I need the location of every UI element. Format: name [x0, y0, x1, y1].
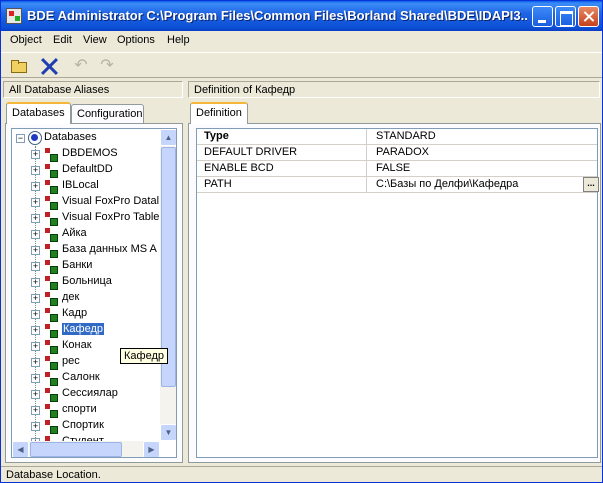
left-panel: − Databases + DBDEMOS + DefaultDD + IBLocal…	[5, 123, 183, 463]
tree-vertical-scrollbar[interactable]: ▲ ▼	[160, 129, 176, 441]
tab-databases[interactable]: Databases	[6, 102, 71, 124]
expand-icon[interactable]: +	[31, 374, 40, 383]
alias-icon	[44, 243, 58, 258]
undo-icon[interactable]: ↶	[71, 56, 91, 76]
menu-help[interactable]: Help	[167, 34, 190, 46]
alias-icon	[44, 307, 58, 322]
database-icon	[28, 131, 42, 145]
alias-icon	[44, 211, 58, 226]
alias-icon	[44, 291, 58, 306]
expand-icon[interactable]: +	[31, 262, 40, 271]
alias-icon	[44, 419, 58, 434]
definition-row-path[interactable]: PATH C:\Базы по Делфи\Кафедра ...	[197, 177, 599, 193]
toolbar: ↶ ↷	[1, 52, 602, 78]
alias-icon	[44, 323, 58, 338]
bde-window: BDE Administrator C:\Program Files\Commo…	[0, 0, 603, 483]
window-title: BDE Administrator C:\Program Files\Commo…	[27, 8, 527, 23]
expand-icon[interactable]: +	[31, 182, 40, 191]
open-icon[interactable]	[9, 56, 29, 76]
definition-grid: Type STANDARD DEFAULT DRIVER PARADOX ENA…	[196, 128, 599, 458]
alias-icon	[44, 275, 58, 290]
expand-icon[interactable]: +	[31, 422, 40, 431]
menu-object[interactable]: Object	[10, 34, 42, 46]
tree-horizontal-scrollbar[interactable]: ◀ ▶	[12, 441, 160, 457]
expand-icon[interactable]: +	[31, 342, 40, 351]
tree-item-vfp-datal[interactable]: + Visual FoxPro Datal	[31, 194, 176, 210]
scroll-right-icon[interactable]: ▶	[143, 441, 160, 457]
expand-icon[interactable]: +	[31, 406, 40, 415]
scroll-left-icon[interactable]: ◀	[12, 441, 29, 457]
tree-item-aika[interactable]: + Айка	[31, 226, 176, 242]
delete-icon[interactable]	[39, 56, 59, 76]
collapse-icon[interactable]: −	[16, 134, 25, 143]
expand-icon[interactable]: +	[31, 166, 40, 175]
right-panel: Type STANDARD DEFAULT DRIVER PARADOX ENA…	[188, 123, 601, 463]
tab-definition[interactable]: Definition	[190, 102, 248, 124]
close-button[interactable]	[578, 6, 599, 27]
expand-icon[interactable]: +	[31, 230, 40, 239]
alias-icon	[44, 403, 58, 418]
bde-app-icon	[6, 8, 22, 24]
expand-icon[interactable]: +	[31, 198, 40, 207]
tree-item-iblocal[interactable]: + IBLocal	[31, 178, 176, 194]
tree-item-kafedr[interactable]: + Кафедр	[31, 322, 176, 338]
alias-icon	[44, 339, 58, 354]
horizontal-scroll-thumb[interactable]	[30, 442, 122, 457]
expand-icon[interactable]: +	[31, 246, 40, 255]
tree-item-bolnitsa[interactable]: + Больница	[31, 274, 176, 290]
tree-item-banki[interactable]: + Банки	[31, 258, 176, 274]
tree-item-defaultdd[interactable]: + DefaultDD	[31, 162, 176, 178]
redo-icon[interactable]: ↷	[97, 56, 117, 76]
status-bar: Database Location.	[1, 466, 602, 483]
definition-row-enable-bcd[interactable]: ENABLE BCD FALSE	[197, 161, 597, 177]
expand-icon[interactable]: +	[31, 150, 40, 159]
title-bar[interactable]: BDE Administrator C:\Program Files\Commo…	[1, 1, 602, 31]
tree-item-kadr[interactable]: + Кадр	[31, 306, 176, 322]
alias-icon	[44, 179, 58, 194]
alias-icon	[44, 227, 58, 242]
left-panel-header: All Database Aliases	[3, 81, 183, 98]
browse-path-button[interactable]: ...	[583, 177, 599, 192]
expand-icon[interactable]: +	[31, 294, 40, 303]
tab-configuration[interactable]: Configuration	[71, 104, 144, 124]
database-tree[interactable]: − Databases + DBDEMOS + DefaultDD + IBLocal…	[11, 128, 177, 458]
menu-view[interactable]: View	[83, 34, 107, 46]
alias-icon	[44, 259, 58, 274]
alias-icon	[44, 147, 58, 162]
definition-row-type[interactable]: Type STANDARD	[197, 129, 597, 145]
expand-icon[interactable]: +	[31, 326, 40, 335]
tree-item-dbdemos[interactable]: + DBDEMOS	[31, 146, 176, 162]
expand-icon[interactable]: +	[31, 214, 40, 223]
alias-icon	[44, 163, 58, 178]
tree-tooltip: Кафедр	[120, 348, 168, 364]
alias-icon	[44, 387, 58, 402]
tree-item-dek[interactable]: + дек	[31, 290, 176, 306]
tree-item-salonk[interactable]: + Салонк	[31, 370, 176, 386]
tree-item-vfp-table[interactable]: + Visual FoxPro Table	[31, 210, 176, 226]
scroll-up-icon[interactable]: ▲	[160, 129, 176, 146]
expand-icon[interactable]: +	[31, 310, 40, 319]
tree-item-sessiyalar[interactable]: + Сессиялар	[31, 386, 176, 402]
minimize-button[interactable]	[532, 6, 553, 27]
expand-icon[interactable]: +	[31, 358, 40, 367]
alias-icon	[44, 371, 58, 386]
tree-item-sportik[interactable]: + Спортик	[31, 418, 176, 434]
alias-icon	[44, 355, 58, 370]
right-panel-header: Definition of Кафедр	[188, 81, 600, 98]
scroll-down-icon[interactable]: ▼	[160, 424, 176, 441]
menu-options[interactable]: Options	[117, 34, 155, 46]
definition-row-default-driver[interactable]: DEFAULT DRIVER PARADOX	[197, 145, 597, 161]
menu-bar: Object Edit View Options Help	[1, 31, 602, 50]
tree-item-sporti[interactable]: + спорти	[31, 402, 176, 418]
alias-icon	[44, 195, 58, 210]
maximize-button[interactable]	[555, 6, 576, 27]
menu-edit[interactable]: Edit	[53, 34, 72, 46]
tree-item-ms-access[interactable]: + База данных MS A	[31, 242, 176, 258]
expand-icon[interactable]: +	[31, 278, 40, 287]
expand-icon[interactable]: +	[31, 390, 40, 399]
